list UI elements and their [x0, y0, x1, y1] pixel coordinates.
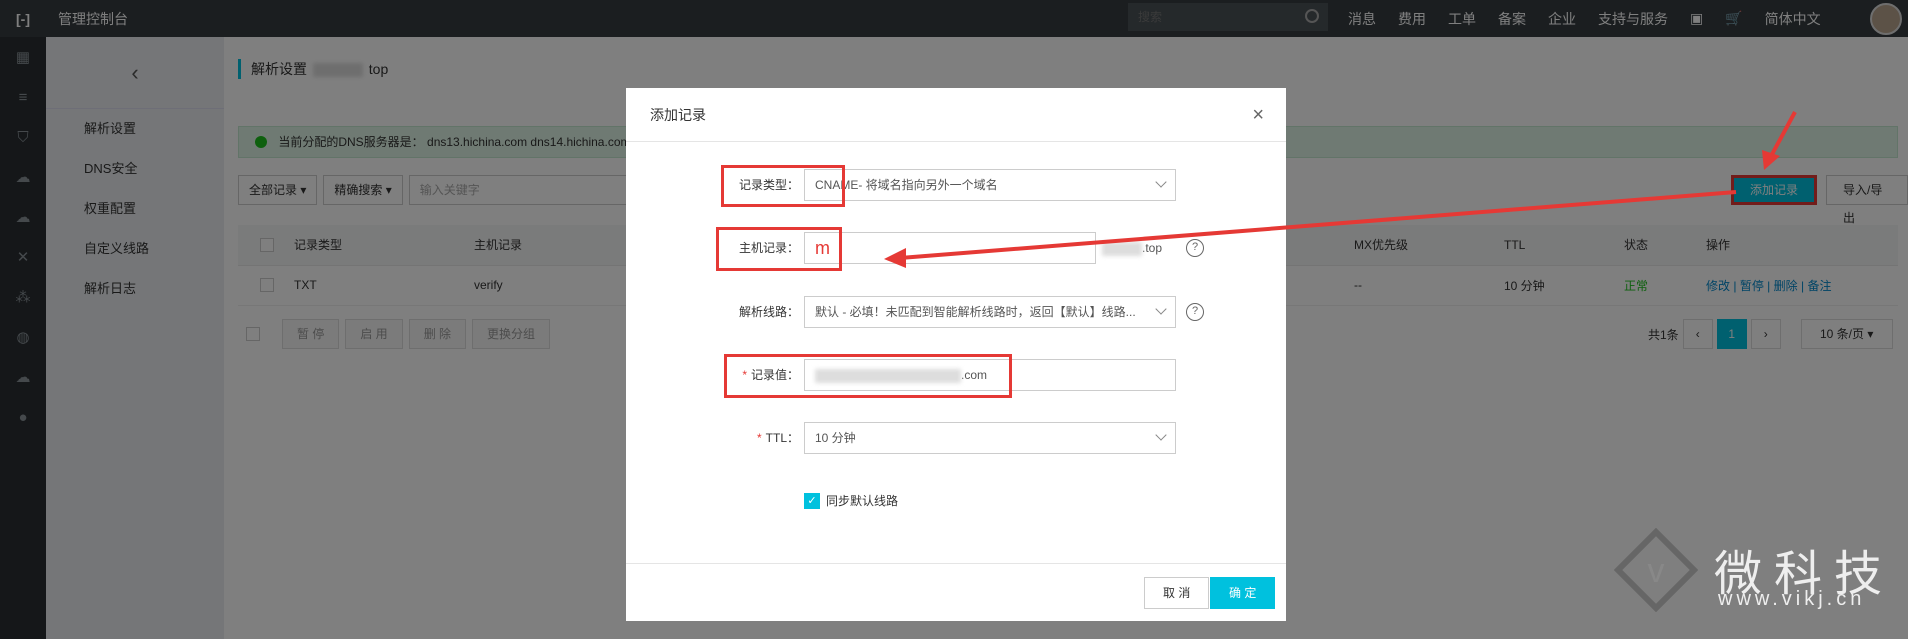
- dialog-footer: 取 消 确 定: [626, 563, 1286, 621]
- confirm-button[interactable]: 确 定: [1210, 577, 1276, 609]
- line-select[interactable]: 默认 - 必填！未匹配到智能解析线路时，返回【默认】线路...: [804, 296, 1176, 328]
- host-suffix: .top: [1102, 232, 1162, 264]
- sync-default-line[interactable]: ✓ 同步默认线路: [804, 492, 898, 509]
- line-label: 解析线路：: [738, 305, 799, 319]
- sync-label: 同步默认线路: [826, 494, 899, 508]
- highlight-box: [721, 165, 845, 207]
- svg-text:v: v: [1648, 552, 1665, 590]
- host-record-input[interactable]: m: [804, 232, 1096, 264]
- highlight-box: [716, 227, 842, 271]
- dialog-title: 添加记录: [650, 107, 706, 123]
- ttl-row: * TTL： 10 分钟: [626, 422, 1286, 454]
- vikj-logo-icon: v: [1614, 528, 1698, 612]
- line-row: 解析线路： 默认 - 必填！未匹配到智能解析线路时，返回【默认】线路... ?: [626, 296, 1286, 328]
- cancel-button[interactable]: 取 消: [1144, 577, 1210, 609]
- help-icon[interactable]: ?: [1186, 239, 1204, 257]
- add-record-dialog: 添加记录 × 记录类型： CNAME- 将域名指向另外一个域名 主机记录： m …: [626, 88, 1286, 621]
- help-icon[interactable]: ?: [1186, 303, 1204, 321]
- dialog-header: 添加记录 ×: [626, 88, 1286, 142]
- checkbox-checked-icon[interactable]: ✓: [804, 492, 820, 509]
- ttl-label: * TTL：: [756, 431, 799, 445]
- chevron-down-icon: [1155, 429, 1167, 441]
- close-icon[interactable]: ×: [1252, 88, 1264, 142]
- highlight-box: [724, 354, 1012, 398]
- ttl-select[interactable]: 10 分钟: [804, 422, 1176, 454]
- record-type-select[interactable]: CNAME- 将域名指向另外一个域名: [804, 169, 1176, 201]
- chevron-down-icon: [1155, 303, 1167, 315]
- chevron-down-icon: [1155, 176, 1167, 188]
- watermark-url: www.vikj.cn: [1718, 588, 1866, 610]
